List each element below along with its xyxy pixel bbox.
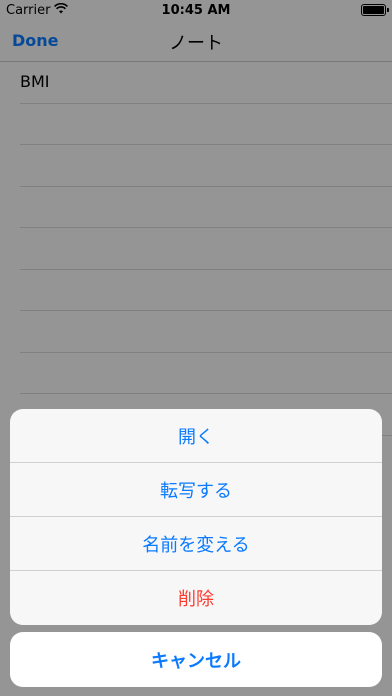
open-button[interactable]: 開く [10, 409, 382, 463]
cancel-button[interactable]: キャンセル [10, 632, 382, 687]
rename-button[interactable]: 名前を変える [10, 517, 382, 571]
action-sheet: 開く 転写する 名前を変える 削除 [10, 409, 382, 625]
transcribe-button[interactable]: 転写する [10, 463, 382, 517]
delete-button[interactable]: 削除 [10, 571, 382, 625]
